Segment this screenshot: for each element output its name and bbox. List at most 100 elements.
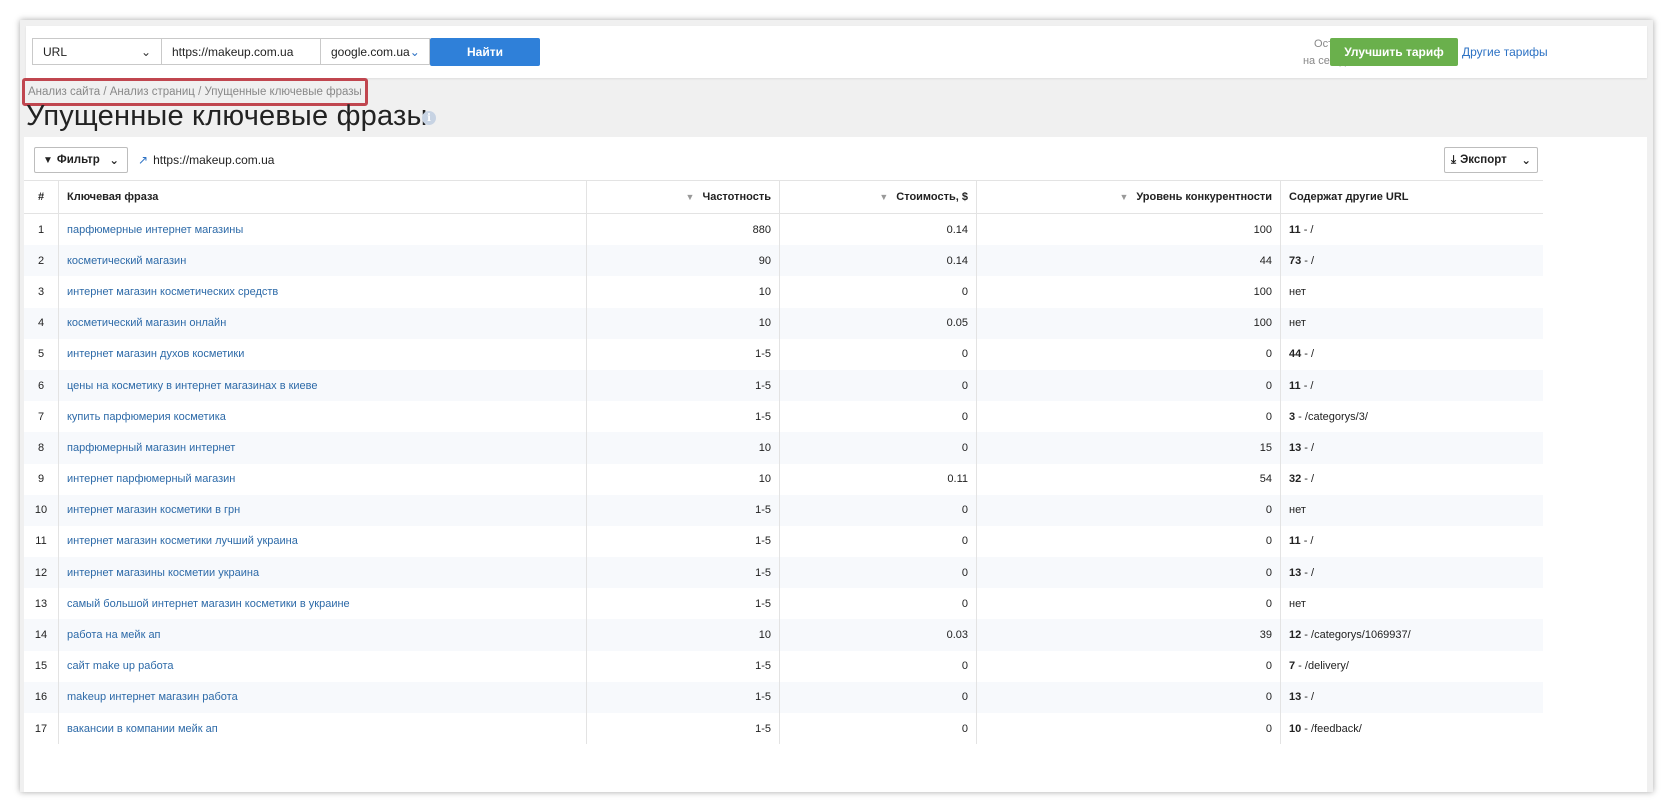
other-urls-cell: 12 - /categorys/1069937/ [1280, 619, 1543, 651]
filter-icon: ▼ [43, 154, 53, 166]
other-tariffs-link[interactable]: Другие тарифы [1462, 45, 1548, 59]
table-row: 8 парфюмерный магазин интернет 10 0 15 13 - / [24, 432, 1543, 464]
other-urls-path: - / [1301, 691, 1315, 704]
info-icon[interactable]: i [422, 111, 436, 125]
table-row: 13 самый большой интернет магазин космети… [24, 588, 1543, 620]
other-urls-path: - / [1300, 379, 1314, 392]
row-index: 14 [24, 619, 59, 651]
keyword-link[interactable]: работа на мейк ап [58, 619, 587, 651]
other-urls-cell: 73 - / [1280, 245, 1543, 277]
row-index: 17 [24, 713, 59, 745]
table-row: 7 купить парфюмерия косметика 1-5 0 0 3 - /ca… [24, 401, 1544, 433]
keyword-link[interactable]: интернет магазин косметики лучший украин… [58, 525, 587, 558]
keyword-link[interactable]: косметический магазин онлайн [58, 307, 587, 339]
other-urls-cell: нет [1280, 494, 1543, 526]
keyword-link[interactable]: интернет магазин косметических средств [58, 276, 587, 308]
other-urls-path: - /feedback/ [1301, 722, 1362, 735]
table-row: 9 интернет парфюмерный магазин 10 0.11 54 32 … [24, 463, 1543, 495]
frequency-value: 1-5 [586, 401, 780, 433]
frequency-value: 10 [586, 307, 780, 339]
column-header-frequency[interactable]: ▼ Частотность [586, 180, 780, 214]
other-urls-cell: 3 - /categorys/3/ [1281, 401, 1544, 432]
download-icon: ⤓ [1451, 153, 1457, 166]
search-engine-value: google.com.ua [331, 44, 410, 59]
table-row: 3 интернет магазин косметических средств 1… [24, 276, 1544, 308]
upgrade-tariff-button[interactable]: Улучшить тариф [1330, 38, 1458, 66]
frequency-value: 1-5 [586, 557, 780, 589]
column-header-other-urls: Содержат другие URL [1280, 180, 1543, 214]
frequency-value: 1-5 [586, 369, 780, 402]
keyword-link[interactable]: интернет магазин косметики в грн [58, 494, 587, 526]
keyword-link[interactable]: парфюмерный магазин интернет [58, 432, 587, 464]
search-engine-select[interactable]: google.com.ua ⌄ [320, 38, 430, 65]
keyword-link[interactable]: сайт make up работа [58, 650, 587, 682]
other-urls-cell: 10 - /feedback/ [1281, 713, 1544, 744]
cost-value: 0.05 [779, 307, 977, 339]
site-url-link[interactable]: ↗ https://makeup.com.ua [138, 153, 274, 167]
cost-value: 0 [779, 338, 977, 370]
filter-button[interactable]: ▼ Фильтр ⌄ [34, 147, 128, 173]
other-urls-path: - /delivery/ [1295, 660, 1349, 673]
frequency-value: 90 [586, 245, 780, 277]
url-input[interactable]: https://makeup.com.ua [161, 38, 321, 65]
table-row: 2 косметический магазин 90 0.14 44 73 - / [24, 245, 1543, 277]
competition-value: 0 [976, 525, 1281, 558]
competition-value: 0 [976, 369, 1281, 402]
keyword-link[interactable]: косметический магазин [58, 245, 587, 277]
other-urls-count: 11 [1289, 535, 1301, 548]
cost-value: 0 [779, 369, 977, 402]
export-button[interactable]: ⤓ Экспорт ⌄ [1444, 147, 1538, 173]
row-index: 15 [24, 650, 59, 682]
other-urls-count: 13 [1289, 691, 1302, 704]
keyword-link[interactable]: интернет магазин духов косметики [58, 338, 587, 370]
keyword-link[interactable]: интернет магазины косметии украина [58, 557, 587, 589]
row-index: 8 [24, 432, 59, 464]
competition-value: 0 [976, 713, 1281, 745]
search-type-select[interactable]: URL ⌄ [32, 38, 162, 65]
row-index: 4 [24, 307, 59, 339]
other-urls-path: нет [1289, 504, 1306, 517]
competition-value: 44 [976, 245, 1281, 277]
row-index: 9 [24, 463, 59, 495]
keyword-link[interactable]: вакансии в компании мейк ап [58, 713, 587, 745]
other-urls-count: 12 [1289, 629, 1302, 642]
cost-value: 0 [779, 525, 977, 558]
other-urls-cell: нет [1281, 276, 1544, 307]
other-urls-count: 13 [1289, 441, 1302, 454]
keyword-link[interactable]: парфюмерные интернет магазины [58, 213, 587, 246]
keyword-link[interactable]: купить парфюмерия косметика [58, 401, 587, 433]
keyword-link[interactable]: интернет парфюмерный магазин [58, 463, 587, 495]
cost-value: 0 [779, 494, 977, 526]
find-button[interactable]: Найти [430, 38, 540, 66]
competition-value: 100 [976, 213, 1281, 246]
other-urls-path: - / [1300, 223, 1314, 236]
competition-value: 0 [976, 681, 1281, 713]
other-urls-count: 11 [1289, 223, 1301, 236]
table-row: 4 косметический магазин онлайн 10 0.05 100 не… [24, 307, 1543, 339]
results-panel: ▼ Фильтр ⌄ ↗ https://makeup.com.ua ⤓ Экс… [24, 137, 1647, 792]
cost-value: 0 [779, 432, 977, 464]
keyword-link[interactable]: самый большой интернет магазин косметики… [58, 588, 587, 620]
other-urls-count: 13 [1289, 566, 1302, 579]
row-index: 1 [24, 213, 59, 246]
frequency-value: 1-5 [586, 713, 780, 745]
column-header-index: # [24, 180, 59, 214]
other-urls-path: нет [1289, 597, 1306, 610]
keyword-link[interactable]: цены на косметику в интернет магазинах в… [58, 369, 587, 402]
cost-value: 0.14 [779, 213, 977, 246]
cost-value: 0 [779, 401, 977, 433]
column-header-keyword[interactable]: Ключевая фраза [58, 180, 587, 214]
column-header-competition[interactable]: ▼ Уровень конкурентности [976, 180, 1281, 214]
keyword-link[interactable]: makeup интернет магазин работа [58, 681, 587, 713]
frequency-value: 1-5 [586, 525, 780, 558]
chevron-down-icon: ⌄ [140, 44, 151, 59]
cost-value: 0 [779, 650, 977, 682]
cost-value: 0 [779, 588, 977, 620]
sort-icon: ▼ [685, 192, 695, 202]
frequency-value: 10 [586, 619, 780, 651]
competition-value: 15 [976, 432, 1281, 464]
column-header-cost[interactable]: ▼ Стоимость, $ [779, 180, 977, 214]
row-index: 7 [24, 401, 59, 433]
top-search-bar: URL ⌄ https://makeup.com.ua google.com.u… [26, 26, 1647, 78]
row-index: 16 [24, 681, 59, 713]
